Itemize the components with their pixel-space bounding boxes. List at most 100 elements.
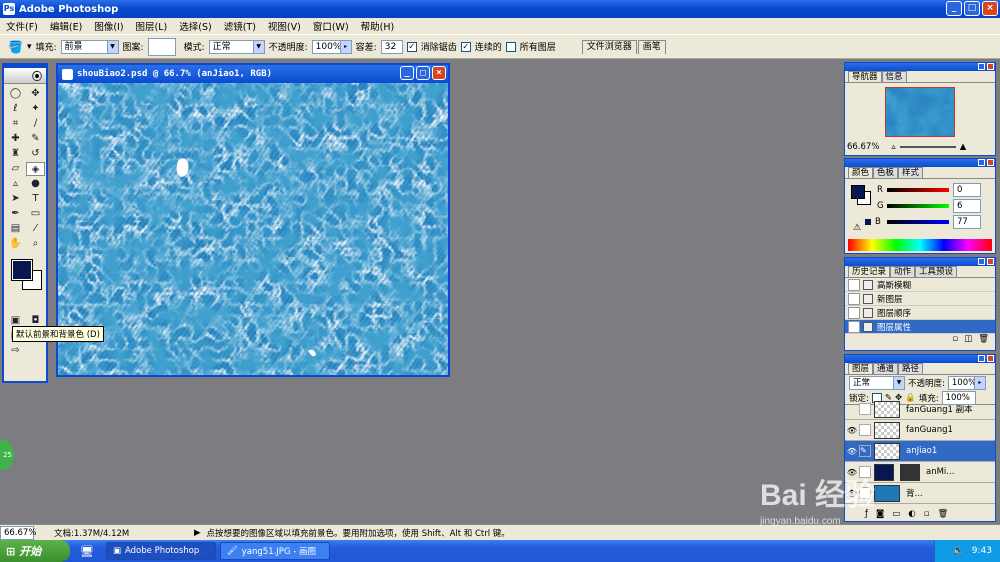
- tab-paths[interactable]: 路径: [898, 363, 924, 374]
- tab-navigator[interactable]: 导航器: [848, 71, 882, 82]
- history-item-active[interactable]: 图层属性: [845, 320, 995, 334]
- brushes-tab[interactable]: 画笔: [637, 39, 666, 54]
- antialias-checkbox[interactable]: ✓: [406, 41, 417, 52]
- g-slider[interactable]: [887, 204, 949, 208]
- paint-bucket-tool-icon[interactable]: ◈: [26, 162, 45, 176]
- zoom-tool-icon[interactable]: ⌕: [26, 237, 45, 251]
- brush-tool-icon[interactable]: ✎: [26, 132, 45, 146]
- layer-link-box[interactable]: [859, 403, 871, 415]
- tab-layers[interactable]: 图层: [848, 363, 874, 374]
- panel-minimize-icon[interactable]: [978, 159, 985, 166]
- floating-badge[interactable]: 25: [0, 440, 14, 470]
- status-arrow-icon[interactable]: ▶: [194, 528, 201, 538]
- panel-close-icon[interactable]: [987, 258, 994, 265]
- tab-swatches[interactable]: 色板: [873, 167, 899, 178]
- menu-edit[interactable]: 编辑(E): [44, 19, 88, 33]
- menu-help[interactable]: 帮助(H): [355, 19, 401, 33]
- new-set-icon[interactable]: ▭: [892, 509, 900, 519]
- crop-tool-icon[interactable]: ⌗: [6, 117, 25, 131]
- g-input[interactable]: 6: [953, 199, 981, 213]
- fill-select[interactable]: 前景 ▼: [60, 39, 119, 54]
- tab-info[interactable]: 信息: [881, 71, 907, 82]
- pen-tool-icon[interactable]: ✒: [6, 207, 25, 221]
- b-slider[interactable]: [887, 220, 949, 224]
- new-layer-icon[interactable]: ▫: [924, 509, 930, 519]
- lasso-tool-icon[interactable]: ℓ: [6, 102, 25, 116]
- type-tool-icon[interactable]: T: [26, 192, 45, 206]
- history-item[interactable]: 高斯模糊: [845, 278, 995, 292]
- adjustment-layer-icon[interactable]: ◐: [908, 509, 915, 519]
- brush-icon[interactable]: ✎: [859, 445, 871, 457]
- tab-color[interactable]: 颜色: [848, 167, 874, 178]
- eye-icon[interactable]: 👁: [845, 447, 859, 456]
- healing-brush-tool-icon[interactable]: ✚: [6, 132, 25, 146]
- document-window[interactable]: shouBiao2.psd @ 66.7% (anJiao1, RGB) _ □…: [56, 63, 450, 377]
- path-selection-tool-icon[interactable]: ➤: [6, 192, 25, 206]
- history-source-box[interactable]: [848, 320, 860, 333]
- volume-icon[interactable]: 🔈: [953, 546, 964, 556]
- panel-close-icon[interactable]: [987, 63, 994, 70]
- color-fg-swatch[interactable]: [851, 185, 865, 199]
- mode-select[interactable]: 正常 ▼: [208, 39, 265, 54]
- history-source-box[interactable]: [848, 278, 860, 291]
- menu-file[interactable]: 文件(F): [0, 19, 44, 33]
- jump-to-imageready-icon[interactable]: ⇨: [6, 344, 25, 358]
- history-item[interactable]: 新图层: [845, 292, 995, 306]
- pattern-picker[interactable]: [147, 37, 176, 56]
- slice-tool-icon[interactable]: ∕: [26, 117, 45, 131]
- menu-view[interactable]: 视图(V): [262, 19, 307, 33]
- tab-actions[interactable]: 动作: [890, 266, 916, 277]
- doc-maximize-button[interactable]: □: [416, 66, 430, 80]
- r-input[interactable]: 0: [953, 183, 981, 197]
- task-paint[interactable]: 🖌 yang51.JPG - 画图: [219, 542, 330, 560]
- delete-layer-icon[interactable]: 🗑: [937, 509, 948, 519]
- panel-minimize-icon[interactable]: [978, 63, 985, 70]
- panel-minimize-icon[interactable]: [978, 355, 985, 362]
- history-source-box[interactable]: [848, 306, 860, 319]
- document-title-bar[interactable]: shouBiao2.psd @ 66.7% (anJiao1, RGB) _ □…: [58, 65, 448, 83]
- foreground-color-swatch[interactable]: [11, 259, 33, 281]
- menu-window[interactable]: 窗口(W): [307, 19, 355, 33]
- layer-row[interactable]: 👁 fanGuang1: [845, 420, 995, 441]
- lock-all-icon[interactable]: 🔒: [905, 393, 916, 403]
- file-browser-tab[interactable]: 文件浏览器: [581, 39, 637, 54]
- tool-preset-dropdown-icon[interactable]: ▾: [27, 42, 32, 52]
- status-zoom-input[interactable]: 66.67%: [0, 525, 36, 540]
- notes-tool-icon[interactable]: ▤: [6, 222, 25, 236]
- layer-opacity-input[interactable]: 100% ▸: [947, 376, 986, 390]
- color-ramp[interactable]: [848, 239, 992, 251]
- clock[interactable]: 9:43: [972, 546, 992, 556]
- new-document-icon[interactable]: ▫: [952, 334, 958, 344]
- layer-row-active[interactable]: 👁 ✎ anJiao1: [845, 441, 995, 462]
- history-source-box[interactable]: [848, 292, 860, 305]
- show-desktop-icon[interactable]: 🖥: [80, 545, 94, 558]
- blend-mode-select[interactable]: 正常 ▼: [849, 376, 905, 390]
- doc-minimize-button[interactable]: _: [400, 66, 414, 80]
- doc-size[interactable]: 文档:1.37M/4.12M: [54, 527, 188, 539]
- layer-link-box[interactable]: [859, 424, 871, 436]
- contiguous-checkbox[interactable]: ✓: [460, 41, 471, 52]
- dodge-tool-icon[interactable]: ●: [26, 177, 45, 191]
- navigator-thumbnail[interactable]: [885, 87, 955, 137]
- maximize-button[interactable]: □: [964, 1, 980, 16]
- marquee-tool-icon[interactable]: ◯: [6, 87, 25, 101]
- tab-styles[interactable]: 样式: [898, 167, 924, 178]
- close-button[interactable]: ×: [982, 1, 998, 16]
- all-layers-checkbox[interactable]: [505, 41, 516, 52]
- menu-layer[interactable]: 图层(L): [130, 19, 174, 33]
- menu-select[interactable]: 选择(S): [173, 19, 217, 33]
- tab-channels[interactable]: 通道: [873, 363, 899, 374]
- zoom-in-icon[interactable]: ▲: [960, 142, 967, 152]
- hand-tool-icon[interactable]: ✋: [6, 237, 25, 251]
- menu-image[interactable]: 图像(I): [88, 19, 129, 33]
- panel-minimize-icon[interactable]: [978, 258, 985, 265]
- menu-filter[interactable]: 滤镜(T): [218, 19, 262, 33]
- eye-icon[interactable]: 👁: [845, 426, 859, 435]
- minimize-button[interactable]: _: [946, 1, 962, 16]
- r-slider[interactable]: [887, 188, 949, 192]
- task-photoshop[interactable]: ▣ Adobe Photoshop: [105, 542, 216, 560]
- paint-bucket-icon[interactable]: 🪣: [8, 40, 23, 54]
- move-tool-icon[interactable]: ✥: [26, 87, 45, 101]
- image-canvas[interactable]: [58, 83, 448, 375]
- blur-tool-icon[interactable]: ▵: [6, 177, 25, 191]
